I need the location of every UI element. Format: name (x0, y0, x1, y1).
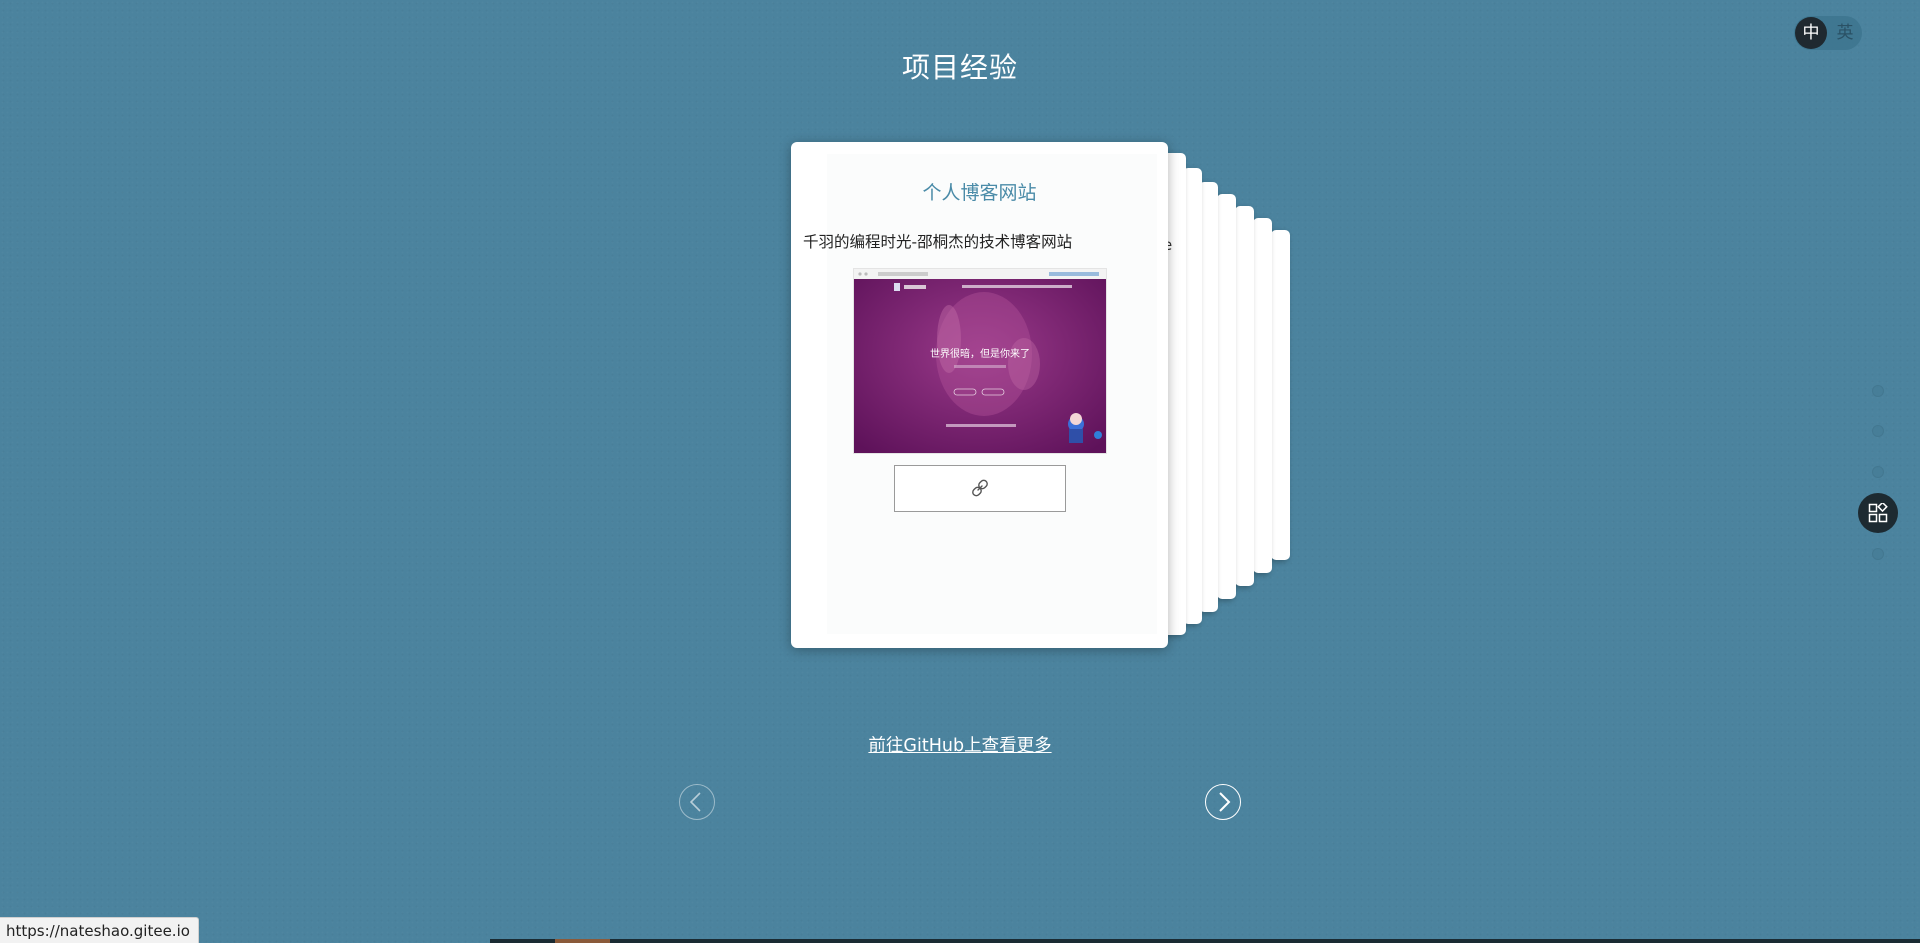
taskbar-strip (490, 939, 1920, 943)
page-title: 项目经验 (901, 51, 1018, 84)
svg-text:世界很暗，但是你来了: 世界很暗，但是你来了 (930, 347, 1030, 360)
link-icon (972, 479, 988, 497)
stacked-project-card[interactable] (1253, 218, 1272, 573)
side-menu-button[interactable] (1858, 493, 1898, 533)
prev-button[interactable] (679, 784, 715, 820)
lang-en-button[interactable]: 英 (1829, 17, 1861, 49)
status-bar-url: https://nateshao.gitee.io (0, 917, 199, 943)
chevron-left-icon (689, 792, 701, 812)
apps-icon (1868, 503, 1888, 523)
project-title: 个人博客网站 (922, 182, 1037, 204)
github-link[interactable]: 前往GitHub上查看更多 (868, 736, 1051, 756)
project-description: 千羽的编程时光-邵桐杰的技术博客网站 (803, 233, 1073, 251)
side-nav-dot[interactable] (1872, 385, 1884, 397)
project-link-button[interactable] (894, 465, 1066, 512)
project-preview-image[interactable]: 世界很暗，但是你来了 (853, 268, 1107, 454)
project-card[interactable]: 个人博客网站 千羽的编程时光-邵桐杰的技术博客网站 世界很暗，但是你来了 (791, 142, 1168, 648)
chevron-right-icon (1219, 792, 1231, 812)
taskbar-segment (555, 939, 610, 943)
side-nav-dot[interactable] (1872, 548, 1884, 560)
stacked-project-card[interactable] (1217, 194, 1236, 599)
stacked-project-card[interactable] (1235, 206, 1254, 586)
language-toggle[interactable]: 中 英 (1794, 16, 1862, 50)
side-nav-dot[interactable] (1872, 466, 1884, 478)
side-nav-dot[interactable] (1872, 425, 1884, 437)
lang-zh-button[interactable]: 中 (1795, 17, 1827, 49)
next-button[interactable] (1205, 784, 1241, 820)
stacked-project-card[interactable] (1271, 230, 1290, 560)
github-link-container: 前往GitHub上查看更多 (0, 732, 1920, 757)
